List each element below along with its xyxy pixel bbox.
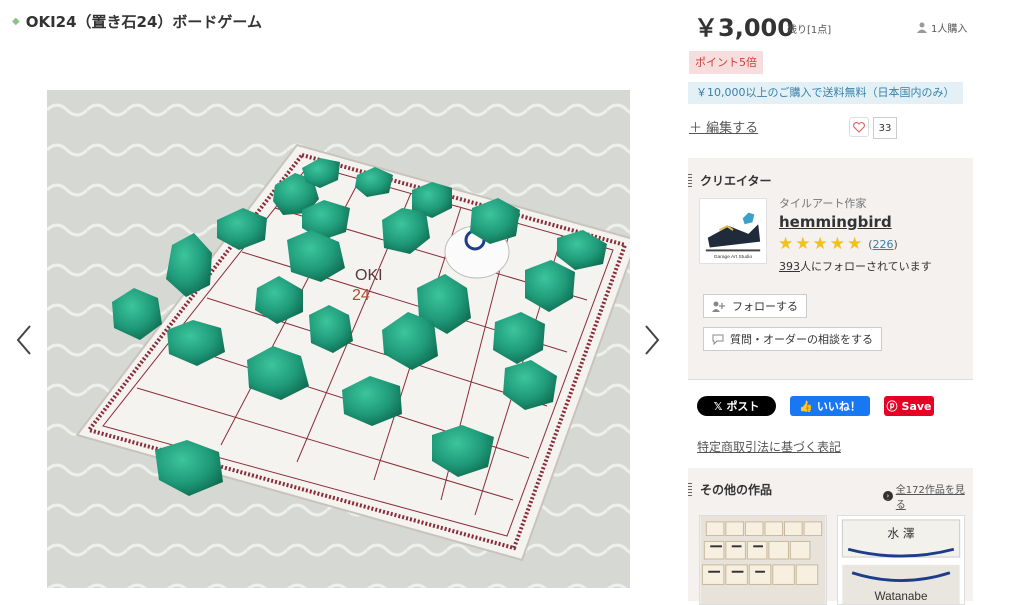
- buyers-label: 1人購入: [931, 24, 968, 35]
- nameplate-text: Watanabe: [875, 590, 928, 603]
- price: ￥3,000: [694, 14, 794, 42]
- other-works-section: その他の作品 › 全172作品を見る 水 澤 Watanabe: [688, 468, 973, 605]
- work-thumbnail[interactable]: [699, 515, 827, 605]
- followers-count-link[interactable]: 393: [779, 260, 800, 273]
- favorite-button[interactable]: [849, 117, 869, 137]
- thumbs-up-icon: 👍: [799, 399, 813, 413]
- share-buttons: 𝕏 ポスト 👍 いいね！ ⓟ Save: [697, 396, 934, 416]
- creator-section: クリエイター Garage Art Studio タイルアート作家 hemmin…: [688, 158, 973, 380]
- svg-text:水 澤: 水 澤: [887, 527, 914, 541]
- edit-link[interactable]: ＋ 編集する: [689, 117, 758, 136]
- star-icon: ★: [829, 234, 845, 254]
- other-works-heading-label: その他の作品: [700, 483, 773, 497]
- consult-button-label: 質問・オーダーの相談をする: [730, 333, 873, 346]
- pinterest-save-label: Save: [901, 399, 932, 413]
- heart-icon: [853, 121, 865, 133]
- nameplate-image: 水 澤 Watanabe: [838, 516, 964, 604]
- mahjong-tiles-image: [700, 516, 826, 604]
- see-all-label: 全172作品を見る: [895, 485, 965, 511]
- free-shipping-badge: ￥10,000以上のご購入で送料無料（日本国内のみ）: [688, 82, 963, 104]
- star-icon: ★: [847, 234, 863, 254]
- facebook-like-label: いいね！: [816, 400, 861, 413]
- follow-button[interactable]: フォローする: [703, 294, 807, 318]
- board-game-photo: OKI 24: [47, 90, 630, 588]
- rating-count: (226): [868, 238, 898, 251]
- pinterest-icon: ⓟ: [886, 400, 898, 413]
- creator-name-link[interactable]: hemmingbird: [779, 213, 892, 231]
- svg-text:Garage Art Studio: Garage Art Studio: [714, 254, 753, 260]
- board-logo-24: 24: [352, 287, 370, 304]
- product-title: OKI24（置き石24）ボードゲーム: [25, 13, 262, 31]
- favorite-widget: 33: [849, 117, 897, 139]
- legal-notice-link[interactable]: 特定商取引法に基づく表記: [697, 438, 841, 455]
- x-post-label: ポスト: [726, 400, 760, 413]
- pinterest-save-button[interactable]: ⓟ Save: [884, 396, 934, 416]
- creator-heading: クリエイター: [688, 172, 772, 189]
- rating-count-link[interactable]: 226: [873, 238, 894, 251]
- facebook-like-button[interactable]: 👍 いいね！: [790, 396, 870, 416]
- divider: [688, 379, 973, 380]
- next-image-button[interactable]: [640, 322, 664, 358]
- previous-image-button[interactable]: [12, 322, 36, 358]
- other-works-heading: その他の作品: [688, 481, 772, 498]
- heading-bar-icon: [688, 173, 692, 188]
- follow-button-label: フォローする: [732, 300, 798, 313]
- heading-bar-icon: [688, 482, 692, 497]
- creator-heading-label: クリエイター: [700, 174, 772, 188]
- speech-bubble-icon: [712, 334, 724, 345]
- creator-role: タイルアート作家: [779, 197, 867, 210]
- leaf-icon: ◆: [12, 16, 20, 27]
- star-icon: ★: [778, 234, 794, 254]
- point-badge: ポイント5倍: [689, 51, 763, 74]
- followers-suffix: 人にフォローされています: [800, 260, 932, 273]
- work-thumbnail[interactable]: 水 澤 Watanabe: [837, 515, 965, 605]
- product-title-row: ◆ OKI24（置き石24）ボードゲーム: [12, 11, 262, 32]
- x-post-button[interactable]: 𝕏 ポスト: [697, 396, 776, 416]
- creator-logo: Garage Art Studio: [700, 199, 766, 263]
- person-icon: [917, 22, 927, 33]
- chevron-right-icon: [645, 325, 660, 355]
- board-logo-oki: OKI: [355, 267, 383, 284]
- star-icon: ★: [795, 234, 811, 254]
- creator-rating: ★ ★ ★ ★ ★ (226): [778, 236, 898, 253]
- consult-button[interactable]: 質問・オーダーの相談をする: [703, 327, 882, 351]
- add-user-icon: [712, 301, 725, 312]
- star-icon: ★: [812, 234, 828, 254]
- creator-avatar[interactable]: Garage Art Studio: [699, 198, 767, 264]
- followers-info: 393人にフォローされています: [779, 258, 932, 274]
- x-icon: 𝕏: [713, 399, 723, 413]
- product-image[interactable]: OKI 24: [47, 90, 630, 588]
- buyers-count: 1人購入: [917, 20, 967, 35]
- see-all-works-link[interactable]: › 全172作品を見る: [883, 481, 973, 511]
- chevron-right-circle-icon: ›: [883, 491, 893, 501]
- favorite-count: 33: [873, 117, 897, 139]
- stock-remaining: 残り[1点]: [787, 25, 832, 36]
- chevron-left-icon: [16, 325, 31, 355]
